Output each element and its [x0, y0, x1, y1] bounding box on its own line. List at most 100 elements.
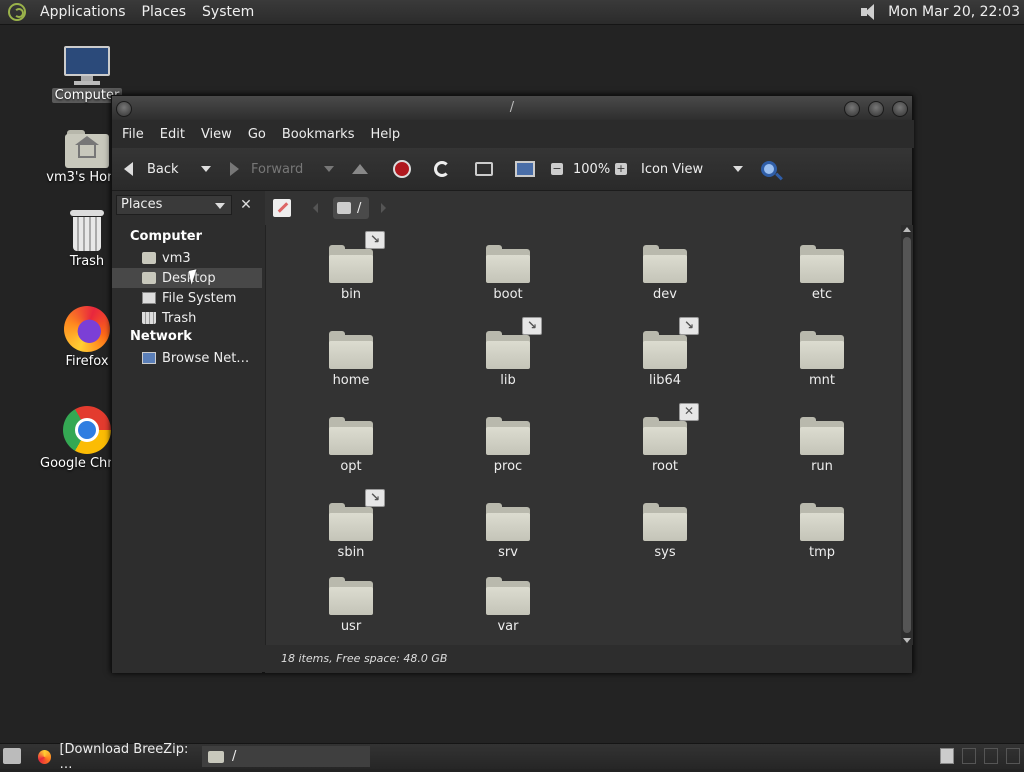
sidebar-item-desktop[interactable]: Desktop: [112, 268, 262, 288]
folder-icon: [329, 331, 373, 369]
workspace-1[interactable]: [940, 748, 954, 764]
minimize-icon[interactable]: [844, 101, 860, 117]
workspace-2[interactable]: [962, 748, 976, 764]
close-icon[interactable]: [892, 101, 908, 117]
zoom-out-icon: −: [551, 162, 563, 175]
volume-icon[interactable]: [858, 3, 880, 21]
file-item-var[interactable]: var: [453, 577, 563, 634]
zoom-level[interactable]: 100%: [573, 148, 610, 190]
view-mode-label: Icon View: [641, 161, 704, 177]
menu-view[interactable]: View: [193, 127, 240, 142]
reload-button[interactable]: [434, 148, 450, 190]
sidebar: Places ✕ Computer vm3 Desktop File Syste…: [112, 191, 262, 673]
file-item-label: boot: [493, 287, 523, 302]
maximize-icon[interactable]: [868, 101, 884, 117]
file-item-label: sys: [654, 545, 676, 560]
scrollbar-thumb[interactable]: [903, 237, 911, 633]
show-desktop-icon[interactable]: [3, 748, 21, 764]
workspace-4[interactable]: [1006, 748, 1020, 764]
forward-history-dropdown[interactable]: [324, 148, 334, 190]
file-item-sbin[interactable]: ↘ sbin: [296, 489, 406, 560]
workspace-3[interactable]: [984, 748, 998, 764]
file-item-tmp[interactable]: tmp: [767, 503, 877, 560]
up-button[interactable]: [352, 148, 368, 190]
path-scroll-right-icon[interactable]: [381, 203, 386, 213]
sidebar-item-file-system[interactable]: File System: [112, 288, 262, 308]
back-button[interactable]: Back: [124, 148, 179, 190]
menu-edit[interactable]: Edit: [152, 127, 193, 142]
computer-button[interactable]: [515, 148, 535, 190]
menu-file[interactable]: File: [114, 127, 152, 142]
stop-button[interactable]: [393, 148, 411, 190]
view-mode-select[interactable]: Icon View: [641, 148, 743, 190]
back-arrow-icon: [124, 162, 133, 176]
folder-icon: [329, 577, 373, 615]
sidebar-item-trash[interactable]: Trash: [112, 308, 262, 328]
toolbar: Back Forward − 100% + Icon View: [112, 148, 912, 191]
file-item-sys[interactable]: sys: [610, 503, 720, 560]
sidebar-pane-select[interactable]: Places: [116, 195, 232, 215]
symlink-emblem-icon: ↘: [365, 231, 385, 249]
file-item-label: sbin: [337, 545, 365, 560]
file-item-lib64[interactable]: ↘ lib64: [610, 317, 720, 388]
sidebar-item-label: Browse Net…: [162, 350, 250, 366]
file-item-label: var: [497, 619, 519, 634]
search-button[interactable]: [761, 148, 777, 190]
file-item-usr[interactable]: usr: [296, 577, 406, 634]
file-item-label: lib: [500, 373, 516, 388]
file-item-srv[interactable]: srv: [453, 503, 563, 560]
sidebar-item-browse-network[interactable]: Browse Net…: [112, 348, 262, 368]
menu-bookmarks[interactable]: Bookmarks: [274, 127, 363, 142]
file-item-home[interactable]: home: [296, 331, 406, 388]
file-item-etc[interactable]: etc: [767, 245, 877, 302]
zoom-out-button[interactable]: −: [551, 148, 563, 190]
forward-button[interactable]: Forward: [230, 148, 303, 190]
sidebar-close-icon[interactable]: ✕: [236, 195, 256, 215]
menu-system[interactable]: System: [194, 4, 262, 20]
clock[interactable]: Mon Mar 20, 22:03: [888, 4, 1020, 20]
file-item-label: run: [811, 459, 833, 474]
back-history-dropdown[interactable]: [201, 148, 211, 190]
path-scroll-left-icon[interactable]: [313, 203, 318, 213]
chevron-down-icon: [215, 203, 225, 209]
folder-icon: [486, 503, 530, 541]
zoom-in-button[interactable]: +: [615, 148, 627, 190]
menu-help[interactable]: Help: [362, 127, 408, 142]
file-item-dev[interactable]: dev: [610, 245, 720, 302]
breadcrumb-root[interactable]: /: [333, 197, 370, 219]
menu-go[interactable]: Go: [240, 127, 274, 142]
file-item-lib[interactable]: ↘ lib: [453, 317, 563, 388]
window-titlebar[interactable]: /: [112, 96, 912, 120]
home-button[interactable]: [475, 148, 493, 190]
menu-places[interactable]: Places: [134, 4, 195, 20]
taskbar-item-file-manager[interactable]: /: [202, 746, 370, 767]
sidebar-item-vm3[interactable]: vm3: [112, 248, 262, 268]
back-label: Back: [147, 161, 179, 177]
folder-icon: ↘: [329, 489, 385, 541]
trash-icon: [142, 312, 156, 324]
location-bar: /: [265, 191, 912, 225]
edit-location-icon[interactable]: [273, 199, 291, 217]
no-access-emblem-icon: ✕: [679, 403, 699, 421]
file-item-label: mnt: [809, 373, 835, 388]
file-item-opt[interactable]: opt: [296, 417, 406, 474]
file-item-run[interactable]: run: [767, 417, 877, 474]
file-item-proc[interactable]: proc: [453, 417, 563, 474]
desktop-icon-label: Firefox: [65, 354, 109, 369]
taskbar-item-browser[interactable]: [Download BreeZip: …: [30, 742, 200, 772]
file-item-mnt[interactable]: mnt: [767, 331, 877, 388]
file-item-label: root: [651, 459, 679, 474]
file-item-root[interactable]: ✕ root: [610, 403, 720, 474]
chevron-down-icon: [733, 166, 743, 172]
main-menu-icon[interactable]: [8, 3, 26, 21]
scroll-down-icon[interactable]: [903, 638, 911, 643]
sidebar-item-label: Trash: [162, 310, 197, 326]
window-menubar: File Edit View Go Bookmarks Help: [112, 120, 914, 148]
file-item-bin[interactable]: ↘ bin: [296, 231, 406, 302]
symlink-emblem-icon: ↘: [365, 489, 385, 507]
scroll-up-icon[interactable]: [903, 227, 911, 232]
folder-icon: [329, 417, 373, 455]
vertical-scrollbar[interactable]: [901, 225, 913, 645]
menu-applications[interactable]: Applications: [32, 4, 134, 20]
file-item-boot[interactable]: boot: [453, 245, 563, 302]
